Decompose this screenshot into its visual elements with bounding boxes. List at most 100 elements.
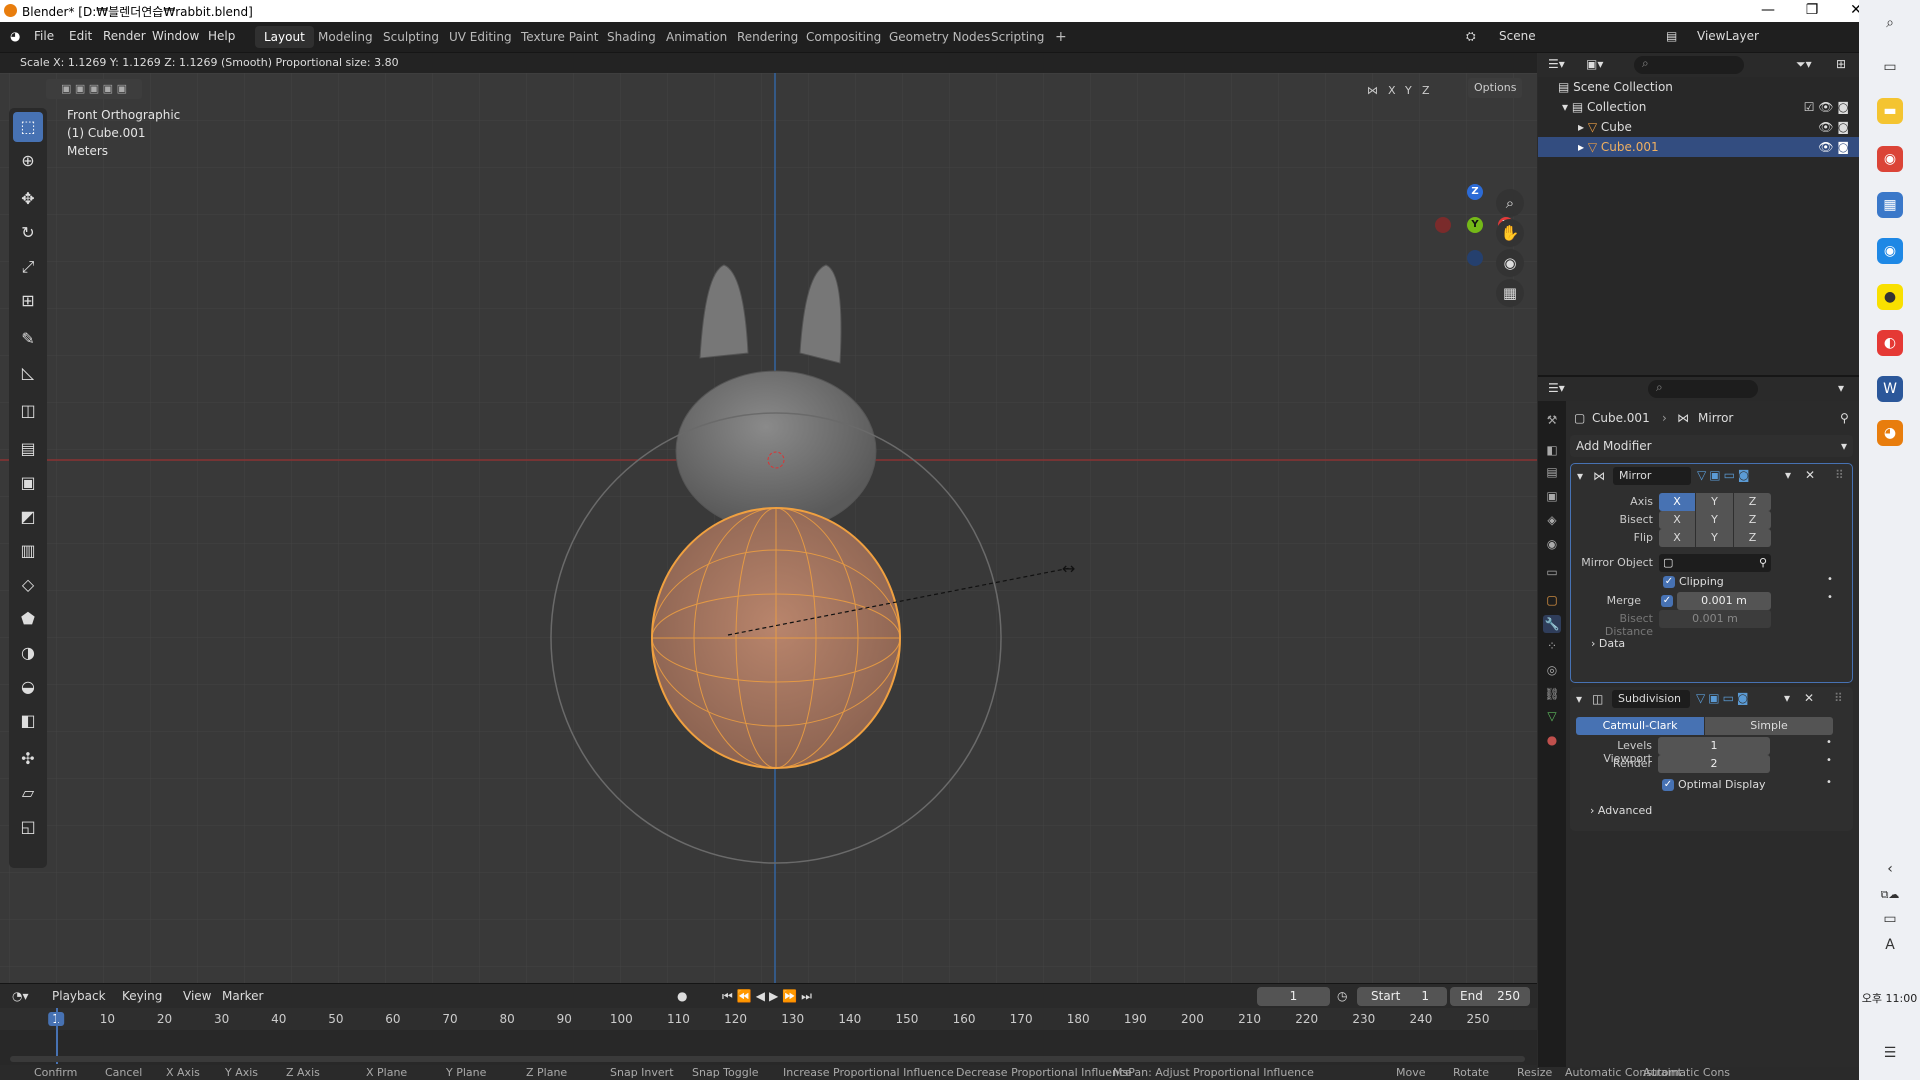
- collapse-chevron-icon[interactable]: ▾: [1576, 692, 1582, 706]
- visibility-icons[interactable]: ☑ 👁 ◙: [1804, 97, 1849, 117]
- tab-scripting[interactable]: Scripting: [982, 26, 1053, 48]
- end-frame-field[interactable]: End 250: [1450, 987, 1530, 1006]
- drag-handle-icon[interactable]: ⠿: [1834, 691, 1843, 705]
- modifier-visibility-icons[interactable]: ▽▣▭◙: [1697, 468, 1753, 482]
- modifier-options-icon[interactable]: ▾: [1785, 468, 1791, 482]
- tab-modeling[interactable]: Modeling: [309, 26, 382, 48]
- calculator-icon[interactable]: ▦: [1877, 192, 1903, 218]
- kakaotalk-icon[interactable]: ●: [1877, 284, 1903, 310]
- render-levels-field[interactable]: 2: [1658, 755, 1770, 773]
- clipping-checkbox[interactable]: ✓: [1663, 576, 1675, 588]
- editor-type-icon[interactable]: ◔▾: [12, 989, 29, 1003]
- scene-collection-row[interactable]: ▤ Scene Collection: [1538, 77, 1859, 97]
- menu-window[interactable]: Window: [152, 29, 199, 43]
- record-icon[interactable]: ●: [677, 989, 687, 1003]
- measure-tool-icon[interactable]: ◺: [13, 358, 43, 388]
- add-modifier-dropdown[interactable]: Add Modifier ▾: [1570, 435, 1853, 457]
- network-icon[interactable]: ▭: [1877, 906, 1903, 932]
- advanced-subpanel[interactable]: › Advanced: [1590, 804, 1652, 817]
- mirror-object-field[interactable]: ▢ ⚲: [1659, 554, 1771, 572]
- mirror-z-button[interactable]: Z: [1422, 81, 1430, 101]
- collection-tab-icon[interactable]: ▭: [1543, 563, 1561, 581]
- modifier-tab-icon[interactable]: 🔧: [1543, 615, 1561, 633]
- flip-z-toggle[interactable]: Z: [1734, 529, 1771, 547]
- output-tab-icon[interactable]: ▤: [1543, 463, 1561, 481]
- menu-file[interactable]: File: [34, 29, 54, 43]
- view-layer-icon[interactable]: ▤: [1666, 29, 1677, 43]
- tab-texture-paint[interactable]: Texture Paint: [512, 26, 607, 48]
- keyframe-dot-icon[interactable]: •: [1826, 737, 1832, 748]
- properties-search-input[interactable]: ⌕: [1648, 380, 1758, 398]
- view-layer-name[interactable]: ViewLayer: [1697, 29, 1759, 43]
- cursor-tool-icon[interactable]: ⊕: [13, 146, 43, 176]
- frame-ruler[interactable]: 1102030405060708090100110120130140150160…: [0, 1008, 1537, 1030]
- keying-menu[interactable]: Keying: [122, 989, 162, 1003]
- shrink-fatten-tool-icon[interactable]: ✣: [13, 744, 43, 774]
- levels-viewport-field[interactable]: 1: [1658, 737, 1770, 755]
- flip-y-toggle[interactable]: Y: [1696, 529, 1733, 547]
- merge-checkbox[interactable]: ✓: [1661, 595, 1673, 607]
- chevron-down-icon[interactable]: ▾: [1838, 381, 1844, 395]
- rotate-tool-icon[interactable]: ↻: [13, 218, 43, 248]
- editor-type-icon[interactable]: ☰▾: [1548, 57, 1565, 71]
- menu-help[interactable]: Help: [208, 29, 235, 43]
- bisect-y-toggle[interactable]: Y: [1696, 511, 1733, 529]
- poly-build-tool-icon[interactable]: ⬟: [13, 604, 43, 634]
- playback-menu[interactable]: Playback: [52, 989, 106, 1003]
- mirror-toggle-icon[interactable]: ⋈: [1367, 81, 1378, 101]
- tab-layout[interactable]: Layout: [255, 26, 314, 48]
- menu-edit[interactable]: Edit: [69, 29, 92, 43]
- start-frame-field[interactable]: Start 1: [1357, 987, 1447, 1006]
- loop-cut-tool-icon[interactable]: ▥: [13, 536, 43, 566]
- bisect-x-toggle[interactable]: X: [1659, 511, 1695, 529]
- chevron-left-icon[interactable]: ‹: [1877, 856, 1903, 882]
- keyframe-dot-icon[interactable]: •: [1827, 592, 1833, 603]
- select-box-tool-icon[interactable]: ⬚: [13, 112, 43, 142]
- collapse-chevron-icon[interactable]: ▾: [1577, 469, 1583, 483]
- mirror-y-button[interactable]: Y: [1405, 81, 1412, 101]
- modifier-options-icon[interactable]: ▾: [1784, 691, 1790, 705]
- tab-shading[interactable]: Shading: [598, 26, 665, 48]
- task-view-icon[interactable]: ▭: [1877, 54, 1903, 80]
- tab-compositing[interactable]: Compositing: [797, 26, 890, 48]
- remove-modifier-icon[interactable]: ✕: [1804, 691, 1814, 705]
- object-tab-icon[interactable]: ▢: [1543, 591, 1561, 609]
- ime-indicator[interactable]: A: [1877, 932, 1903, 958]
- modifier-visibility-icons[interactable]: ▽▣▭◙: [1696, 691, 1752, 705]
- smooth-tool-icon[interactable]: ◒: [13, 672, 43, 702]
- clock[interactable]: 오후 11:00: [1859, 990, 1920, 1006]
- scene-name[interactable]: Scene: [1499, 29, 1536, 43]
- outliner-item-cube-001[interactable]: ▸ ▽ Cube.001 👁 ◙: [1538, 137, 1859, 157]
- bisect-z-toggle[interactable]: Z: [1734, 511, 1771, 529]
- playback-controls[interactable]: ⏮⏪◀▶⏩⏭: [722, 989, 816, 1004]
- tab-rendering[interactable]: Rendering: [728, 26, 807, 48]
- word-icon[interactable]: W: [1877, 376, 1903, 402]
- chrome-icon[interactable]: ◉: [1877, 146, 1903, 172]
- mirror-x-button[interactable]: X: [1388, 81, 1396, 101]
- add-workspace-button[interactable]: +: [1046, 26, 1076, 48]
- display-mode-icon[interactable]: ▣▾: [1586, 57, 1603, 71]
- merge-distance-field[interactable]: 0.001 m: [1677, 592, 1771, 610]
- remove-modifier-icon[interactable]: ✕: [1805, 468, 1815, 482]
- collection-row[interactable]: ▾ ▤ Collection ☑ 👁 ◙: [1538, 97, 1859, 117]
- physics-tab-icon[interactable]: ◎: [1543, 661, 1561, 679]
- minimize-icon[interactable]: —: [1746, 0, 1790, 22]
- catmull-clark-button[interactable]: Catmull-Clark: [1576, 717, 1704, 735]
- edge-slide-tool-icon[interactable]: ◧: [13, 706, 43, 736]
- blender-taskbar-icon[interactable]: ◕: [1877, 420, 1903, 446]
- menu-render[interactable]: Render: [103, 29, 146, 43]
- tab-uv-editing[interactable]: UV Editing: [440, 26, 521, 48]
- tool-tab-icon[interactable]: ⚒: [1543, 411, 1561, 429]
- scale-tool-icon[interactable]: ⤢: [13, 252, 43, 282]
- app-icon[interactable]: ◐: [1877, 330, 1903, 356]
- view-layer-tab-icon[interactable]: ▣: [1543, 487, 1561, 505]
- maximize-icon[interactable]: ❐: [1790, 0, 1834, 22]
- gizmo-neg-x[interactable]: [1435, 217, 1451, 233]
- new-collection-icon[interactable]: ⊞: [1836, 57, 1846, 71]
- scene-icon[interactable]: ⛭: [1466, 29, 1476, 44]
- select-mode-buttons[interactable]: ▣ ▣ ▣ ▣ ▣: [46, 79, 142, 99]
- current-frame-field[interactable]: 1: [1257, 987, 1330, 1006]
- close-icon[interactable]: ✕: [1834, 0, 1859, 22]
- rip-tool-icon[interactable]: ◱: [13, 812, 43, 842]
- marker-menu[interactable]: Marker: [222, 989, 263, 1003]
